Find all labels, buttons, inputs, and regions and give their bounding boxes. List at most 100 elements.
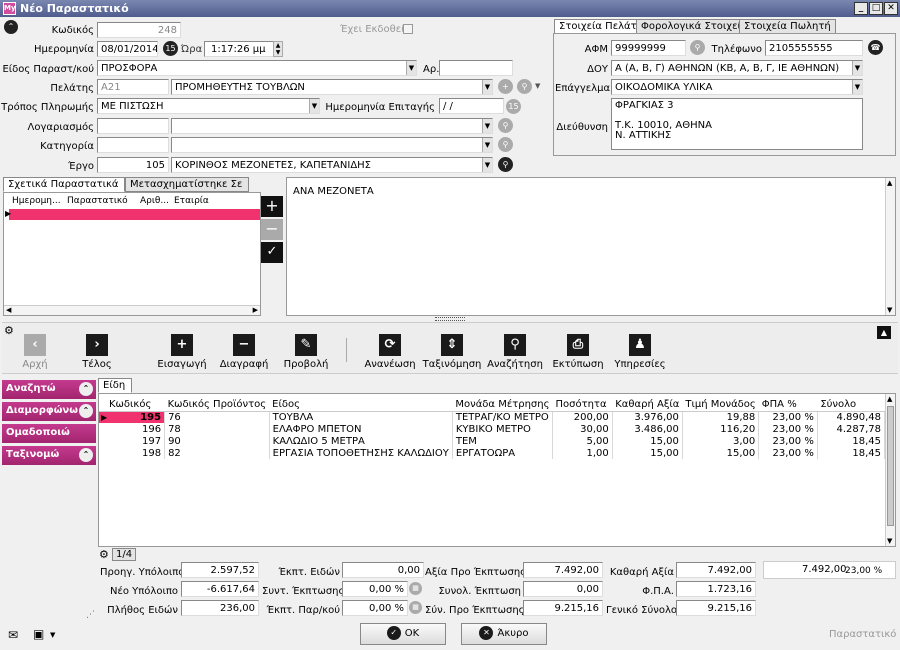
cell-product-code[interactable]: 76 <box>164 411 270 423</box>
afm-field[interactable]: 99999999 <box>611 40 686 56</box>
col-net-value[interactable]: Καθαρή Αξία <box>612 398 683 412</box>
calculator-icon[interactable]: ▦ <box>409 582 422 595</box>
cell-item[interactable]: ΕΡΓΑΣΙΑ ΤΟΠΟΘΕΤΗΣΗΣ ΚΑΛΩΔΙΟΥ <box>269 447 453 459</box>
tab-related-docs[interactable]: Σχετικά Παραστατικά <box>3 177 125 192</box>
doc-discount-field[interactable]: 0,00 % <box>342 600 408 616</box>
sort-button[interactable]: ⇕ Ταξινόμηση <box>422 334 482 370</box>
delete-button[interactable]: − Διαγραφή <box>214 334 274 370</box>
col-unit[interactable]: Μονάδα Μέτρησης <box>452 398 553 412</box>
view-button[interactable]: ✎ Προβολή <box>276 334 336 370</box>
table-row[interactable] <box>9 209 260 220</box>
col-unit-price[interactable]: Τιμή Μονάδος <box>682 398 759 412</box>
search-afm-icon[interactable]: ⚲ <box>690 40 705 55</box>
discount-rate-field[interactable]: 0,00 % <box>342 581 408 597</box>
folder-icon[interactable]: ▣ <box>33 627 44 641</box>
remove-related-icon[interactable]: − <box>261 219 283 240</box>
cell-total[interactable]: 18,45 <box>817 447 886 459</box>
cell-unit-price[interactable]: 116,20 <box>682 423 760 435</box>
col-vat[interactable]: ΦΠΑ % <box>758 398 818 412</box>
cell-net-value[interactable]: 3.976,00 <box>612 411 683 423</box>
cell-vat[interactable]: 23,00 % <box>758 411 818 423</box>
collapse-toolbar-icon[interactable]: ▲ <box>877 326 891 339</box>
cell-unit[interactable]: ΚΥΒΙΚΟ ΜΕΤΡΟ <box>452 423 553 435</box>
search-project-icon[interactable]: ⚲ <box>498 157 513 172</box>
vertical-scrollbar[interactable]: ▲ ▼ <box>885 394 895 546</box>
services-button[interactable]: ♟ Υπηρεσίες <box>610 334 670 370</box>
customer-code-field[interactable]: Α21 <box>97 79 169 95</box>
category-name-select[interactable]: ▼ <box>171 137 493 153</box>
sidebar-item-search[interactable]: Αναζητώ ⌃ <box>2 380 96 399</box>
table-row[interactable]: 196 78 ΕΛΑΦΡΟ ΜΠΕΤΟΝ ΚΥΒΙΚΟ ΜΕΤΡΟ 30,00 … <box>99 423 886 435</box>
cell-unit[interactable]: ΤΕΜ <box>452 435 553 447</box>
calculator-icon[interactable]: ▦ <box>409 601 422 614</box>
col-company[interactable]: Εταιρία <box>174 196 209 206</box>
time-spinner-icon[interactable]: ▲ ▼ <box>273 41 283 57</box>
col-item[interactable]: Είδος <box>269 398 453 412</box>
col-product-code[interactable]: Κωδικός Προϊόντος <box>164 398 270 412</box>
col-number[interactable]: Αριθ... <box>140 196 169 206</box>
cell-product-code[interactable]: 90 <box>164 435 270 447</box>
print-button[interactable]: ⎙ Εκτύπωση <box>548 334 608 370</box>
cell-unit-price[interactable]: 15,00 <box>682 447 760 459</box>
last-button[interactable]: › Τέλος <box>72 334 122 370</box>
sidebar-item-sort[interactable]: Ταξινομώ ⌃ <box>2 446 96 465</box>
col-code[interactable]: Κωδικός <box>99 398 165 412</box>
issued-checkbox[interactable] <box>403 24 413 34</box>
cell-unit[interactable]: ΤΕΤΡΑΓ/ΚΟ ΜΕΤΡΟ <box>452 411 553 423</box>
col-date[interactable]: Ημερομη... <box>12 196 61 206</box>
cell-quantity[interactable]: 1,00 <box>552 447 613 459</box>
search-button[interactable]: ⚲ Αναζήτηση <box>484 334 546 370</box>
cell-code[interactable]: 196 <box>99 423 166 435</box>
first-button[interactable]: ‹ Αρχή <box>10 334 60 370</box>
customer-name-select[interactable]: ΠΡΟΜΗΘΕΥΤΗΣ ΤΟΥΒΛΩΝ ▼ <box>171 79 493 95</box>
payment-select[interactable]: ΜΕ ΠΙΣΤΩΣΗ ▼ <box>97 98 320 114</box>
cell-item[interactable]: ΤΟΥΒΛΑ <box>269 411 453 423</box>
cell-item[interactable]: ΚΑΛΩΔΙΟ 5 ΜΕΤΡΑ <box>269 435 453 447</box>
calendar-icon[interactable]: 15 <box>163 41 178 56</box>
cell-vat[interactable]: 23,00 % <box>758 435 818 447</box>
search-category-icon[interactable]: ⚲ <box>498 137 513 152</box>
vertical-scrollbar[interactable]: ▲ ▼ <box>885 178 895 315</box>
cell-net-value[interactable]: 15,00 <box>612 447 683 459</box>
cell-total[interactable]: 4.890,48 <box>817 411 886 423</box>
cell-total[interactable]: 18,45 <box>817 435 886 447</box>
date-field[interactable]: 08/01/2014 <box>97 41 158 57</box>
col-total[interactable]: Σύνολο <box>817 398 885 412</box>
col-quantity[interactable]: Ποσότητα <box>552 398 613 412</box>
chevron-down-icon[interactable]: ▼ <box>535 82 540 90</box>
tab-transformed-to[interactable]: Μετασχηματίστηκε Σε <box>125 177 249 192</box>
cell-code[interactable]: 195 <box>99 411 166 423</box>
gear-icon[interactable]: ⚙ <box>99 548 109 561</box>
insert-button[interactable]: + Εισαγωγή <box>152 334 212 370</box>
account-code-field[interactable] <box>97 118 169 134</box>
account-name-select[interactable]: ▼ <box>171 118 493 134</box>
number-field[interactable] <box>439 60 513 76</box>
cell-unit-price[interactable]: 3,00 <box>682 435 760 447</box>
cell-quantity[interactable]: 200,00 <box>552 411 613 423</box>
cell-unit[interactable]: ΕΡΓΑΤΟΩΡΑ <box>452 447 553 459</box>
cancel-button[interactable]: ✕ Άκυρο <box>461 623 547 645</box>
confirm-related-icon[interactable]: ✓ <box>261 242 283 263</box>
close-icon[interactable]: ✕ <box>884 2 898 15</box>
tab-customer-info[interactable]: Στοιχεία Πελάτη <box>554 19 648 34</box>
tab-tax-info[interactable]: Φορολογικά Στοιχεία <box>636 19 753 34</box>
table-row[interactable]: 195 76 ΤΟΥΒΛΑ ΤΕΤΡΑΓ/ΚΟ ΜΕΤΡΟ 200,00 3.9… <box>99 411 886 423</box>
add-customer-icon[interactable]: + <box>498 79 513 94</box>
cell-quantity[interactable]: 30,00 <box>552 423 613 435</box>
cell-quantity[interactable]: 5,00 <box>552 435 613 447</box>
sidebar-item-configure[interactable]: Διαμορφώνω ⌃ <box>2 402 96 421</box>
col-document[interactable]: Παραστατικό <box>67 196 128 206</box>
address-field[interactable]: ΦΡΑΓΚΙΑΣ 3 Τ.Κ. 10010, ΑΘΗΝΑ Ν. ΑΤΤΙΚΗΣ <box>611 98 863 150</box>
time-field[interactable]: 1:17:26 μμ <box>204 41 283 57</box>
category-code-field[interactable] <box>97 137 169 153</box>
sidebar-item-group[interactable]: Ομαδοποιώ <box>2 424 96 443</box>
chevron-down-icon[interactable]: ▼ <box>50 631 55 639</box>
profession-select[interactable]: ΟΙΚΟΔΟΜΙΚΑ ΥΛΙΚΑ ▼ <box>611 79 863 95</box>
cell-total[interactable]: 4.287,78 <box>817 423 886 435</box>
doctype-select[interactable]: ΠΡΟΣΦΟΡΑ ▼ <box>97 60 417 76</box>
page-indicator[interactable]: 1/4 <box>112 548 137 561</box>
phone-icon[interactable]: ☎ <box>868 40 883 55</box>
refresh-button[interactable]: ⟳ Ανανέωση <box>360 334 420 370</box>
phone-field[interactable]: 2105555555 <box>765 40 863 56</box>
cell-unit-price[interactable]: 19,88 <box>682 411 760 423</box>
